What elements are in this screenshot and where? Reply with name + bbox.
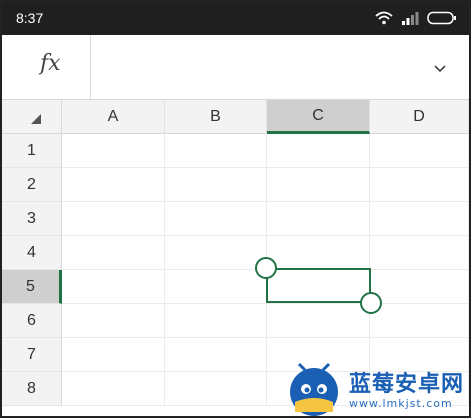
cell-b4[interactable] — [165, 236, 267, 270]
row-header-2[interactable]: 2 — [2, 168, 62, 202]
status-bar: 8:37 — [2, 2, 469, 35]
column-header-c[interactable]: C — [267, 100, 370, 134]
cell-d6[interactable] — [370, 304, 469, 338]
watermark-brand: 蓝莓安卓网 — [349, 371, 465, 397]
row-header-6[interactable]: 6 — [2, 304, 62, 338]
cell-c4[interactable] — [267, 236, 370, 270]
column-header-b[interactable]: B — [165, 100, 267, 134]
status-icons — [375, 11, 457, 30]
cell-a6[interactable] — [62, 304, 165, 338]
row-header-7[interactable]: 7 — [2, 338, 62, 372]
wifi-icon — [375, 11, 393, 30]
watermark-url: www.lmkjst.com — [349, 396, 453, 410]
cell-b1[interactable] — [165, 134, 267, 168]
cell-c6[interactable] — [267, 304, 370, 338]
formula-input[interactable] — [98, 47, 418, 87]
cell-d2[interactable] — [370, 168, 469, 202]
cell-a3[interactable] — [62, 202, 165, 236]
cell-c3[interactable] — [267, 202, 370, 236]
cell-b8[interactable] — [165, 372, 267, 406]
watermark: 蓝莓安卓网 www.lmkjst.com — [285, 362, 469, 417]
cell-a1[interactable] — [62, 134, 165, 168]
phone-screen: 8:37 fx A B C D 1 2 3 4 5 6 7 8 蓝莓安卓网 ww… — [0, 0, 471, 418]
cell-a5[interactable] — [62, 270, 165, 304]
cell-b3[interactable] — [165, 202, 267, 236]
selection-handle-bottom-right[interactable] — [360, 292, 382, 314]
selected-cell-range[interactable] — [266, 268, 371, 303]
row-header-1[interactable]: 1 — [2, 134, 62, 168]
signal-icon — [401, 11, 419, 30]
cell-d5[interactable] — [370, 270, 469, 304]
cell-a7[interactable] — [62, 338, 165, 372]
cell-a4[interactable] — [62, 236, 165, 270]
cell-b6[interactable] — [165, 304, 267, 338]
watermark-text: 蓝莓安卓网 www.lmkjst.com — [349, 371, 465, 410]
cell-d3[interactable] — [370, 202, 469, 236]
cell-b2[interactable] — [165, 168, 267, 202]
row-header-4[interactable]: 4 — [2, 236, 62, 270]
formula-bar: fx — [2, 35, 469, 100]
column-header-d[interactable]: D — [370, 100, 469, 134]
android-robot-icon — [285, 362, 343, 417]
select-all-corner[interactable] — [2, 100, 62, 134]
cell-d4[interactable] — [370, 236, 469, 270]
status-time: 8:37 — [16, 10, 44, 26]
battery-icon — [427, 11, 457, 30]
cell-c1[interactable] — [267, 134, 370, 168]
formula-divider — [90, 35, 91, 99]
row-header-8[interactable]: 8 — [2, 372, 62, 406]
row-header-3[interactable]: 3 — [2, 202, 62, 236]
select-all-triangle-icon — [30, 112, 42, 130]
fx-label[interactable]: fx — [40, 51, 61, 76]
cell-a8[interactable] — [62, 372, 165, 406]
cell-b7[interactable] — [165, 338, 267, 372]
cell-b5[interactable] — [165, 270, 267, 304]
cell-c2[interactable] — [267, 168, 370, 202]
cell-a2[interactable] — [62, 168, 165, 202]
row-header-5[interactable]: 5 — [2, 270, 62, 304]
cell-d1[interactable] — [370, 134, 469, 168]
chevron-down-icon[interactable] — [433, 61, 447, 79]
column-header-a[interactable]: A — [62, 100, 165, 134]
selection-handle-top-left[interactable] — [255, 257, 277, 279]
